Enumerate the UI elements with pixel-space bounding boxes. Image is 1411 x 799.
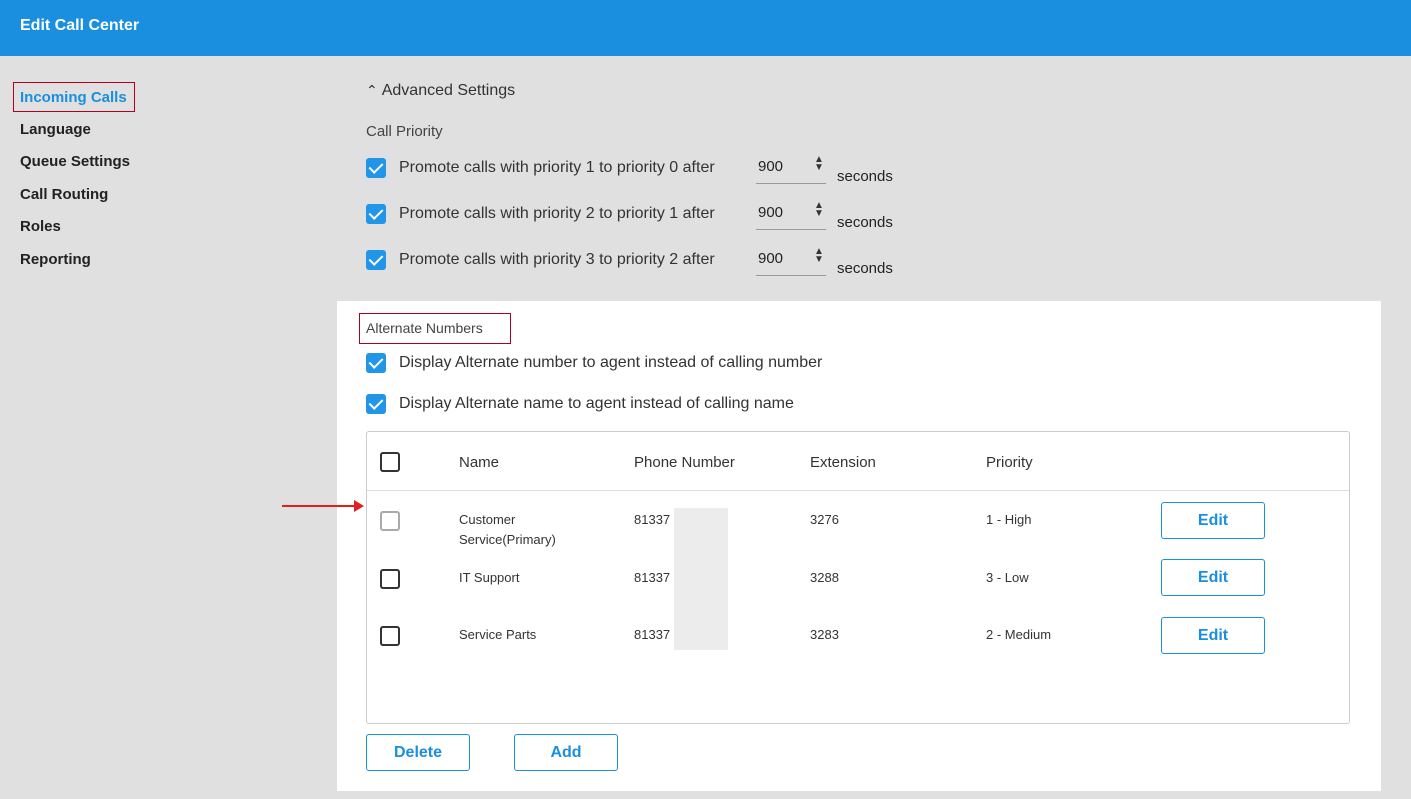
page-title: Edit Call Center bbox=[20, 17, 140, 34]
priority-2-seconds-value: 900 bbox=[758, 204, 784, 221]
advanced-settings-label: Advanced Settings bbox=[381, 82, 516, 99]
display-alt-name-checkbox[interactable] bbox=[366, 394, 386, 414]
edit-button[interactable]: Edit bbox=[1161, 617, 1265, 654]
alternate-numbers-table: Name Phone Number Extension Priority Cus… bbox=[366, 431, 1350, 724]
table-row-extension: 3276 bbox=[810, 512, 839, 527]
display-alt-number-label: Display Alternate number to agent instea… bbox=[399, 354, 823, 371]
redacted-phone-region bbox=[674, 508, 728, 650]
table-row-phone: 81337 bbox=[634, 627, 671, 642]
advanced-settings-toggle[interactable]: ⌃ Advanced Settings bbox=[366, 82, 515, 100]
priority-2-unit: seconds bbox=[837, 214, 893, 231]
priority-2-rule-text: Promote calls with priority 2 to priorit… bbox=[399, 205, 715, 222]
priority-2-checkbox[interactable] bbox=[366, 204, 386, 224]
stepper-icon[interactable]: ▲ ▼ bbox=[814, 155, 824, 173]
priority-1-rule-text: Promote calls with priority 1 to priorit… bbox=[399, 159, 715, 176]
row-checkbox[interactable] bbox=[380, 569, 400, 589]
row-checkbox[interactable] bbox=[380, 511, 400, 531]
priority-1-checkbox[interactable] bbox=[366, 158, 386, 178]
table-row-name: Customer Service(Primary) bbox=[459, 512, 556, 547]
table-row-name: Service Parts bbox=[459, 627, 537, 642]
sidebar-item-queue-settings[interactable]: Queue Settings bbox=[20, 153, 130, 170]
priority-3-checkbox[interactable] bbox=[366, 250, 386, 270]
edit-button[interactable]: Edit bbox=[1161, 559, 1265, 596]
header-divider bbox=[367, 490, 1349, 491]
stepper-icon[interactable]: ▲ ▼ bbox=[814, 201, 824, 219]
sidebar-item-reporting[interactable]: Reporting bbox=[20, 251, 91, 268]
priority-3-seconds-input[interactable]: 900 ▲ ▼ bbox=[756, 246, 826, 276]
table-row-priority: 1 - High bbox=[986, 512, 1032, 527]
table-row-priority: 3 - Low bbox=[986, 570, 1029, 585]
table-row-extension: 3283 bbox=[810, 627, 839, 642]
alternate-numbers-title: Alternate Numbers bbox=[366, 320, 483, 336]
column-header-name: Name bbox=[459, 454, 500, 471]
priority-3-rule-text: Promote calls with priority 3 to priorit… bbox=[399, 251, 715, 268]
priority-2-seconds-input[interactable]: 900 ▲ ▼ bbox=[756, 200, 826, 230]
column-header-priority: Priority bbox=[986, 454, 1033, 471]
priority-3-unit: seconds bbox=[837, 260, 893, 277]
sidebar-item-roles[interactable]: Roles bbox=[20, 218, 61, 235]
header-bar: Edit Call Center bbox=[0, 0, 1411, 56]
select-all-checkbox[interactable] bbox=[380, 452, 400, 472]
table-row-name: IT Support bbox=[459, 570, 520, 585]
priority-1-unit: seconds bbox=[837, 168, 893, 185]
stepper-icon[interactable]: ▲ ▼ bbox=[814, 247, 824, 265]
annotation-arrow-icon bbox=[282, 500, 364, 512]
table-row-phone: 81337 bbox=[634, 570, 671, 585]
priority-1-seconds-input[interactable]: 900 ▲ ▼ bbox=[756, 154, 826, 184]
table-row-priority: 2 - Medium bbox=[986, 627, 1052, 642]
delete-button[interactable]: Delete bbox=[366, 734, 470, 771]
sidebar-item-call-routing[interactable]: Call Routing bbox=[20, 186, 108, 203]
column-header-extension: Extension bbox=[810, 454, 876, 471]
display-alt-name-label: Display Alternate name to agent instead … bbox=[399, 395, 794, 412]
column-header-phone-number: Phone Number bbox=[634, 454, 735, 471]
priority-1-seconds-value: 900 bbox=[758, 158, 784, 175]
row-checkbox[interactable] bbox=[380, 626, 400, 646]
sidebar-item-incoming-calls[interactable]: Incoming Calls bbox=[20, 89, 127, 106]
table-row-phone: 81337 bbox=[634, 512, 671, 527]
chevron-up-icon: ⌃ bbox=[366, 82, 378, 98]
add-button[interactable]: Add bbox=[514, 734, 618, 771]
table-row-extension: 3288 bbox=[810, 570, 839, 585]
sidebar-item-language[interactable]: Language bbox=[20, 121, 91, 138]
display-alt-number-checkbox[interactable] bbox=[366, 353, 386, 373]
edit-button[interactable]: Edit bbox=[1161, 502, 1265, 539]
call-priority-label: Call Priority bbox=[366, 123, 443, 140]
priority-3-seconds-value: 900 bbox=[758, 250, 784, 267]
